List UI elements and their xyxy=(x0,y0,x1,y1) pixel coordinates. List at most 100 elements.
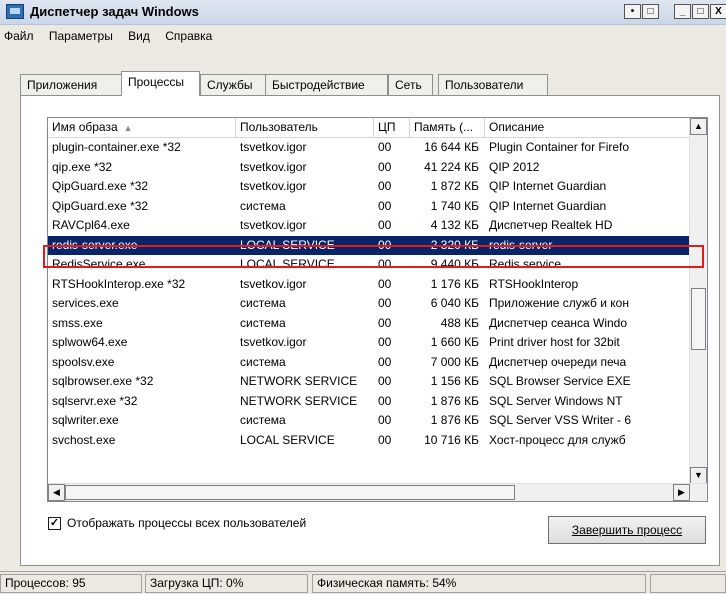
close-button[interactable]: X xyxy=(710,4,726,19)
vertical-scroll-thumb[interactable] xyxy=(691,288,706,350)
menu-view[interactable]: Вид xyxy=(122,26,156,43)
restore-small-button[interactable]: □ xyxy=(642,4,659,19)
table-row[interactable]: spoolsv.exe система 00 7 000 КБ Диспетчер оч… xyxy=(48,353,690,372)
tab-performance[interactable]: Быстродействие xyxy=(265,74,388,95)
row-user: NETWORK SERVICE xyxy=(240,393,358,408)
title-bar[interactable]: Диспетчер задач Windows • □ _ □ X xyxy=(0,0,726,25)
row-description: QIP Internet Guardian xyxy=(489,179,607,193)
row-user: система xyxy=(240,354,286,369)
row-user: tsvetkov.igor xyxy=(240,159,307,174)
row-description: SQL Browser Service EXE xyxy=(489,374,631,388)
table-row[interactable]: QipGuard.exe *32 tsvetkov.igor 00 1 872 КБ Q… xyxy=(48,177,690,196)
scroll-left-icon[interactable]: ◀ xyxy=(48,484,65,501)
column-memory[interactable]: Память (... xyxy=(410,118,485,137)
scroll-down-icon[interactable]: ▼ xyxy=(690,467,707,484)
row-image-name: sqlwriter.exe xyxy=(52,413,119,427)
row-cpu: 00 xyxy=(378,335,392,349)
row-user: tsvetkov.igor xyxy=(240,179,307,193)
status-bar: Процессов: 95 Загрузка ЦП: 0% Физическая… xyxy=(0,571,726,594)
row-memory: 1 876 КБ xyxy=(430,413,479,427)
table-row[interactable]: RAVCpl64.exe tsvetkov.igor 00 4 132 КБ Диспе… xyxy=(48,216,690,235)
menu-file[interactable]: Файл xyxy=(0,26,40,43)
horizontal-scrollbar[interactable]: ◀ ▶ xyxy=(48,483,707,501)
row-description: QIP 2012 xyxy=(489,159,540,174)
table-row[interactable]: services.exe система 00 6 040 КБ Приложение … xyxy=(48,294,690,313)
table-row[interactable]: RedisService.exe LOCAL SERVICE 00 9 440 КБ R… xyxy=(48,255,690,274)
row-cpu: 00 xyxy=(378,393,392,408)
row-user: NETWORK SERVICE xyxy=(240,374,358,388)
row-memory: 2 320 КБ xyxy=(430,237,479,252)
status-processes: Процессов: 95 xyxy=(0,574,142,593)
row-description: SQL Server VSS Writer - 6 xyxy=(489,413,632,427)
row-memory: 1 176 КБ xyxy=(430,276,479,291)
column-user[interactable]: Пользователь xyxy=(236,118,374,137)
end-process-button[interactable]: Завершить процесс xyxy=(548,516,706,544)
table-row[interactable]: splwow64.exe tsvetkov.igor 00 1 660 КБ Print… xyxy=(48,333,690,352)
row-description: RTSHookInterop xyxy=(489,276,579,291)
table-row[interactable]: sqlservr.exe *32 NETWORK SERVICE 00 1 876 К… xyxy=(48,392,690,411)
show-all-label: Отображать процессы всех пользователей xyxy=(67,516,307,530)
maximize-button[interactable]: □ xyxy=(692,4,709,19)
row-memory: 4 132 КБ xyxy=(430,218,479,232)
row-description: Диспетчер очереди печа xyxy=(489,354,627,369)
status-memory: Физическая память: 54% xyxy=(312,574,646,593)
scroll-up-icon[interactable]: ▲ xyxy=(690,118,707,135)
sort-up-icon: ▲ xyxy=(123,123,133,133)
row-memory: 1 740 КБ xyxy=(430,198,479,213)
row-user: LOCAL SERVICE xyxy=(240,257,335,271)
row-memory: 1 156 КБ xyxy=(430,374,479,388)
table-row[interactable]: sqlwriter.exe система 00 1 876 КБ SQL Server… xyxy=(48,411,690,430)
tab-processes[interactable]: Процессы xyxy=(121,71,200,96)
row-memory: 6 040 КБ xyxy=(430,296,479,310)
row-description: SQL Server Windows NT xyxy=(489,393,623,408)
tab-services[interactable]: Службы xyxy=(200,74,266,95)
table-row-selected[interactable]: redis-server.exe LOCAL SERVICE 00 2 320 КБ r… xyxy=(48,235,690,255)
table-row[interactable]: RTSHookInterop.exe *32 tsvetkov.igor 00 1 1… xyxy=(48,275,690,294)
row-cpu: 00 xyxy=(378,354,392,369)
show-all-checkbox[interactable]: ✓ xyxy=(48,517,61,530)
scroll-right-icon[interactable]: ▶ xyxy=(673,484,690,501)
table-row[interactable]: sqlbrowser.exe *32 NETWORK SERVICE 00 1 156… xyxy=(48,372,690,391)
row-image-name: spoolsv.exe xyxy=(52,354,115,369)
minimize-button[interactable]: _ xyxy=(674,4,691,19)
row-image-name: RAVCpl64.exe xyxy=(52,218,130,232)
row-user: tsvetkov.igor xyxy=(240,140,307,154)
row-image-name: RedisService.exe xyxy=(52,257,146,271)
table-row[interactable]: QipGuard.exe *32 система 00 1 740 КБ QIP Int… xyxy=(48,197,690,216)
row-image-name: plugin-container.exe *32 xyxy=(52,140,181,154)
row-cpu: 00 xyxy=(378,296,392,310)
row-user: LOCAL SERVICE xyxy=(240,237,335,252)
column-image-name-label: Имя образа xyxy=(52,120,118,134)
row-description: Plugin Container for Firefo xyxy=(489,140,630,154)
vertical-scrollbar[interactable]: ▲ ▼ xyxy=(689,118,707,484)
row-image-name: QipGuard.exe *32 xyxy=(52,198,149,213)
process-list[interactable]: Имя образа ▲ Пользователь ЦП Память (... … xyxy=(47,117,708,502)
row-cpu: 00 xyxy=(378,413,392,427)
tab-applications[interactable]: Приложения xyxy=(20,74,122,95)
row-image-name: splwow64.exe xyxy=(52,335,128,349)
table-row[interactable]: smss.exe система 00 488 КБ Диспетчер сеанса … xyxy=(48,314,690,333)
row-memory: 1 872 КБ xyxy=(430,179,479,193)
row-image-name: sqlservr.exe *32 xyxy=(52,393,138,408)
column-cpu[interactable]: ЦП xyxy=(374,118,410,137)
menu-bar: Файл Параметры Вид Справка xyxy=(0,26,726,48)
table-row[interactable]: svchost.exe LOCAL SERVICE 00 10 716 КБ Хост-… xyxy=(48,431,690,450)
pin-button[interactable]: • xyxy=(624,4,641,19)
row-user: система xyxy=(240,413,286,427)
column-description[interactable]: Описание xyxy=(485,118,690,137)
row-cpu: 00 xyxy=(378,237,392,252)
row-image-name: svchost.exe xyxy=(52,432,116,447)
menu-options[interactable]: Параметры xyxy=(43,26,119,43)
row-user: tsvetkov.igor xyxy=(240,335,307,349)
table-row[interactable]: qip.exe *32 tsvetkov.igor 00 41 224 КБ QIP 2… xyxy=(48,158,690,177)
table-row[interactable]: plugin-container.exe *32 tsvetkov.igor 00 1… xyxy=(48,138,690,157)
row-cpu: 00 xyxy=(378,374,392,388)
menu-help[interactable]: Справка xyxy=(159,26,218,43)
row-memory: 9 440 КБ xyxy=(430,257,479,271)
row-image-name: QipGuard.exe *32 xyxy=(52,179,149,193)
tab-users[interactable]: Пользователи xyxy=(438,74,548,95)
tab-network[interactable]: Сеть xyxy=(388,74,433,95)
row-description: Диспетчер сеанса Windo xyxy=(489,315,628,330)
column-image-name[interactable]: Имя образа ▲ xyxy=(48,118,236,137)
horizontal-scroll-thumb[interactable] xyxy=(65,485,515,500)
